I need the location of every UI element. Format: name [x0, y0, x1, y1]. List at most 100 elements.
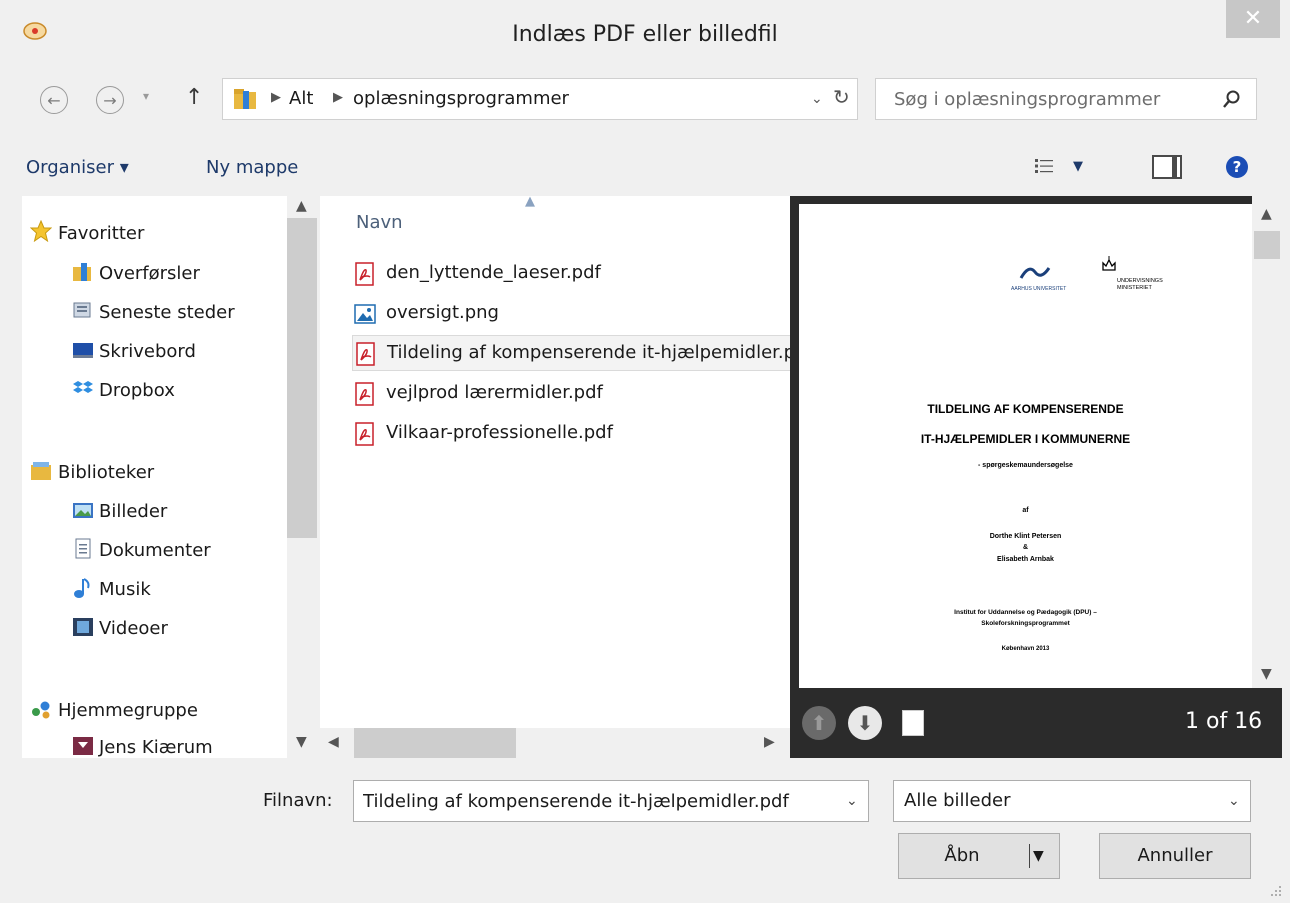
resize-grip-icon[interactable]	[1268, 883, 1282, 897]
logo-right-text: UNDERVISNINGS MINISTERIET	[1117, 278, 1163, 291]
recent-locations-dropdown[interactable]: ▾	[143, 89, 149, 103]
dropbox-icon	[73, 381, 93, 393]
file-type-select[interactable]: Alle billeder ⌄	[893, 780, 1251, 822]
scroll-left-icon[interactable]: ◀	[328, 734, 339, 750]
scroll-up-icon[interactable]: ▲	[296, 198, 307, 214]
single-page-view-icon[interactable]	[902, 710, 924, 736]
libraries-icon	[31, 462, 51, 480]
help-icon[interactable]: ?	[1226, 156, 1248, 178]
preview-scrollbar[interactable]: ▲ ▼	[1252, 196, 1282, 688]
search-icon[interactable]	[1222, 89, 1242, 109]
open-options-dropdown-icon[interactable]: ▼	[1033, 834, 1044, 878]
nav-item-pictures[interactable]: Billeder	[99, 501, 167, 522]
preview-author1: Dorthe Klint Petersen	[989, 533, 1062, 540]
preview-navigation-bar: ⬆ ⬇ 1 of 16	[790, 688, 1282, 758]
filename-input[interactable]: Tildeling af kompenserende it-hjælpemidl…	[353, 780, 869, 822]
pictures-icon	[73, 503, 93, 518]
address-bar[interactable]: ▶ Alt ▶ oplæsningsprogrammer ⌄ ↻	[222, 78, 858, 120]
preview-institute1: Institut for Uddannelse og Pædagogik (DP…	[954, 609, 1097, 616]
file-list-horizontal-scrollbar[interactable]: ◀ ▶	[320, 728, 790, 758]
title-bar: Indlæs PDF eller billedfil ✕	[0, 0, 1290, 82]
chevron-right-icon: ▶	[271, 90, 281, 105]
close-button[interactable]: ✕	[1226, 0, 1280, 38]
file-type-dropdown-icon[interactable]: ⌄	[1228, 793, 1240, 809]
scroll-up-icon[interactable]: ▲	[1261, 206, 1272, 222]
organize-menu[interactable]: Organiser ▾	[26, 157, 129, 178]
nav-item-desktop[interactable]: Skrivebord	[99, 341, 196, 362]
navigation-pane-scrollbar[interactable]: ▲ ▼	[287, 196, 317, 758]
file-row[interactable]: Vilkaar-professionelle.pdf	[352, 416, 790, 452]
window-title: Indlæs PDF eller billedfil	[512, 22, 778, 47]
breadcrumb-alt[interactable]: Alt	[289, 88, 313, 109]
documents-icon	[75, 538, 91, 559]
logo-left-text: AARHUS UNIVERSITET	[1011, 286, 1067, 292]
videos-icon	[73, 618, 93, 636]
filename-value[interactable]: Tildeling af kompenserende it-hjælpemidl…	[363, 791, 843, 812]
address-dropdown-icon[interactable]: ⌄	[811, 91, 823, 107]
preview-page: AARHUS UNIVERSITET UNDERVISNINGS MINISTE…	[799, 204, 1252, 688]
nav-item-videos[interactable]: Videoer	[99, 618, 168, 639]
preview-title-line1: TILDELING AF KOMPENSERENDE	[927, 402, 1124, 416]
up-button[interactable]: ↑	[185, 85, 203, 110]
file-row[interactable]: oversigt.png	[352, 296, 790, 332]
forward-button[interactable]: →	[96, 86, 124, 114]
scrollbar-thumb[interactable]	[1254, 231, 1280, 259]
file-row[interactable]: den_lyttende_laeser.pdf	[352, 256, 790, 292]
preview-institute2: Skoleforskningsprogrammet	[981, 620, 1070, 627]
nav-item-recent-places[interactable]: Seneste steder	[99, 302, 235, 323]
command-toolbar: Organiser ▾ Ny mappe ▼ ?	[0, 140, 1290, 192]
view-options-icon[interactable]	[1035, 158, 1053, 174]
split-divider	[1029, 844, 1030, 868]
open-button[interactable]: Åbn ▼	[898, 833, 1060, 879]
previous-page-icon[interactable]: ⬆	[802, 706, 836, 740]
pdf-file-icon	[355, 382, 374, 406]
nav-item-music[interactable]: Musik	[99, 579, 151, 600]
search-input[interactable]: Søg i oplæsningsprogrammer	[875, 78, 1257, 120]
open-button-label: Åbn	[944, 845, 980, 866]
nav-item-downloads[interactable]: Overførsler	[99, 263, 200, 284]
preview-author2: Elisabeth Arnbak	[997, 556, 1054, 563]
file-name: den_lyttende_laeser.pdf	[386, 262, 601, 283]
filename-label: Filnavn:	[263, 790, 333, 811]
page-count: 1 of 16	[1185, 709, 1263, 734]
scroll-down-icon[interactable]: ▼	[1261, 666, 1272, 682]
file-name: vejlprod lærermidler.pdf	[386, 382, 603, 403]
back-button[interactable]: ←	[40, 86, 68, 114]
file-name: Tildeling af kompenserende it-hjælpemidl…	[387, 342, 790, 363]
scrollbar-thumb[interactable]	[287, 218, 317, 538]
refresh-icon[interactable]: ↻	[833, 85, 850, 109]
pdf-file-icon	[355, 422, 374, 446]
preview-subtitle: - spørgeskemaundersøgelse	[978, 462, 1073, 469]
nav-favorites[interactable]: Favoritter	[58, 223, 144, 244]
homegroup-icon	[32, 701, 50, 719]
file-row[interactable]: vejlprod lærermidler.pdf	[352, 376, 790, 412]
view-options-dropdown-icon[interactable]: ▼	[1073, 159, 1083, 174]
nav-libraries[interactable]: Biblioteker	[58, 462, 154, 483]
cancel-button[interactable]: Annuller	[1099, 833, 1251, 879]
pdf-file-icon	[355, 262, 374, 286]
filename-dropdown-icon[interactable]: ⌄	[846, 793, 858, 809]
nav-item-documents[interactable]: Dokumenter	[99, 540, 211, 561]
folder-icon	[234, 89, 256, 109]
nav-item-dropbox[interactable]: Dropbox	[99, 380, 175, 401]
file-row-selected[interactable]: Tildeling af kompenserende it-hjælpemidl…	[352, 335, 790, 371]
image-file-icon	[354, 304, 376, 324]
navigation-pane: Favoritter Overførsler Seneste steder Sk…	[22, 196, 317, 758]
chevron-right-icon: ▶	[333, 90, 343, 105]
column-header-name[interactable]: Navn	[356, 212, 403, 233]
nav-homegroup[interactable]: Hjemmegruppe	[58, 700, 198, 721]
new-folder-button[interactable]: Ny mappe	[206, 157, 298, 178]
preview-place: København 2013	[1001, 646, 1050, 652]
scroll-down-icon[interactable]: ▼	[296, 734, 307, 750]
preview-pane-toggle-icon[interactable]	[1152, 155, 1182, 179]
scrollbar-thumb[interactable]	[354, 728, 516, 758]
nav-item-homegroup-user[interactable]: Jens Kiærum	[99, 737, 213, 758]
desktop-icon	[73, 343, 93, 358]
preview-pane: AARHUS UNIVERSITET UNDERVISNINGS MINISTE…	[790, 196, 1282, 758]
scroll-right-icon[interactable]: ▶	[764, 734, 775, 750]
breadcrumb-folder[interactable]: oplæsningsprogrammer	[353, 88, 569, 109]
user-icon	[73, 737, 93, 755]
sort-ascending-icon: ▲	[525, 196, 535, 209]
music-icon	[74, 578, 90, 598]
next-page-icon[interactable]: ⬇	[848, 706, 882, 740]
